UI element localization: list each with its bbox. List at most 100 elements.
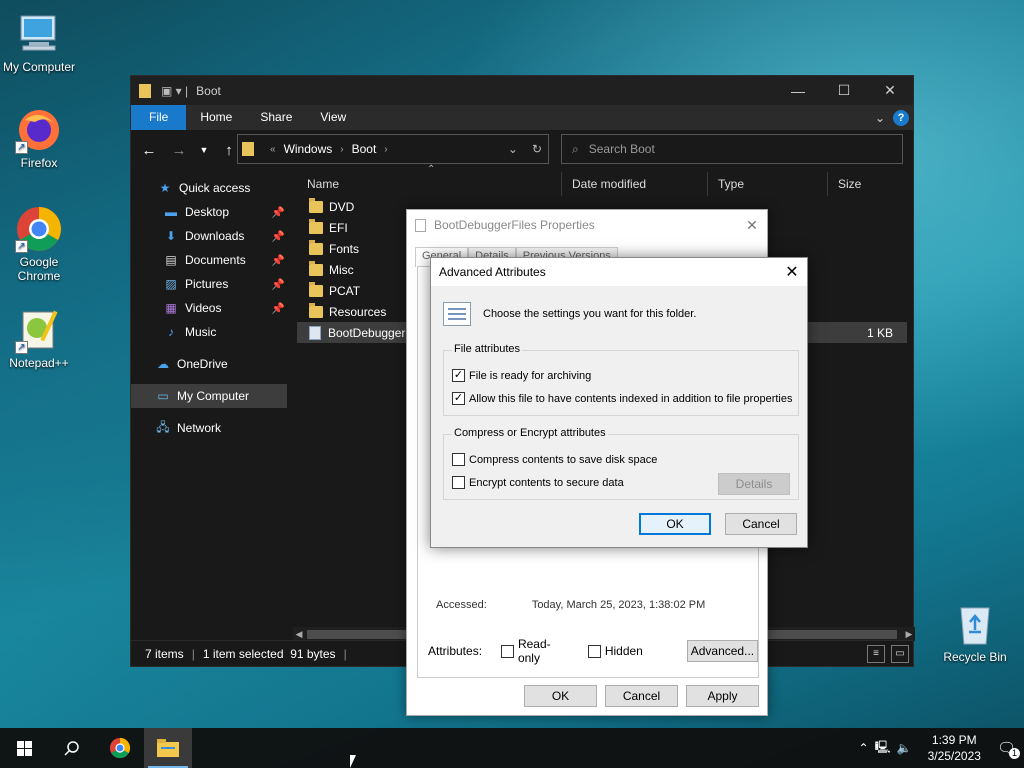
attributes-document-icon: [443, 302, 471, 326]
desktop-icon-notepad-plus-plus[interactable]: ↗ Notepad++: [0, 306, 78, 370]
tab-share[interactable]: Share: [246, 105, 306, 130]
index-checkbox[interactable]: ✓: [452, 392, 465, 405]
sidebar-item-quick-access[interactable]: ★ Quick access: [131, 176, 287, 200]
tab-view[interactable]: View: [306, 105, 360, 130]
column-header-type[interactable]: Type: [707, 172, 744, 196]
column-headers: Name ⌃ Date modified Type Size: [297, 164, 907, 196]
close-icon[interactable]: ✕: [737, 217, 767, 234]
archive-option[interactable]: ✓ File is ready for archiving: [452, 369, 591, 382]
help-icon[interactable]: ?: [893, 109, 909, 126]
archive-checkbox[interactable]: ✓: [452, 369, 465, 382]
search-input[interactable]: ⌕ Search Boot: [561, 134, 903, 164]
encrypt-checkbox[interactable]: [452, 476, 465, 489]
cancel-button[interactable]: Cancel: [725, 513, 797, 535]
large-icons-view-icon[interactable]: ▭: [891, 644, 909, 663]
index-option[interactable]: ✓ Allow this file to have contents index…: [452, 392, 792, 405]
pin-icon[interactable]: 📌: [271, 254, 285, 267]
details-view-icon[interactable]: ≡: [867, 644, 885, 663]
up-arrow-icon[interactable]: ↑: [219, 142, 239, 159]
sidebar-item-videos[interactable]: ▦ Videos 📌: [131, 296, 287, 320]
recycle-bin-icon: [951, 600, 999, 648]
sidebar-item-documents[interactable]: ▤ Documents 📌: [131, 248, 287, 272]
minimize-button[interactable]: —: [775, 76, 821, 105]
compress-checkbox[interactable]: [452, 453, 465, 466]
column-header-size[interactable]: Size: [827, 172, 861, 196]
star-icon: ★: [159, 181, 171, 195]
details-button[interactable]: Details: [718, 473, 790, 495]
show-hidden-icons-icon[interactable]: ⌃: [859, 741, 869, 755]
volume-icon[interactable]: 🔈: [897, 741, 912, 755]
recent-locations-icon[interactable]: ▼: [199, 145, 209, 155]
hidden-checkbox[interactable]: [587, 644, 601, 658]
readonly-checkbox[interactable]: [501, 644, 514, 658]
sidebar-item-onedrive[interactable]: ☁ OneDrive: [131, 352, 287, 376]
clock-time: 1:39 PM: [931, 733, 977, 747]
desktop-icon-recycle-bin[interactable]: Recycle Bin: [936, 600, 1014, 664]
sidebar-item-downloads[interactable]: ⬇ Downloads 📌: [131, 224, 287, 248]
pin-icon[interactable]: 📌: [271, 302, 285, 315]
pin-icon[interactable]: 📌: [271, 278, 285, 291]
folder-icon: [309, 218, 323, 234]
search-button[interactable]: [48, 728, 96, 768]
ok-button[interactable]: OK: [524, 685, 597, 707]
breadcrumb-windows[interactable]: Windows: [284, 142, 333, 156]
column-header-date-modified[interactable]: Date modified: [561, 172, 646, 196]
desktop-icon-google-chrome[interactable]: ↗ Google Chrome: [0, 205, 78, 283]
ok-button[interactable]: OK: [639, 513, 711, 535]
forward-arrow-icon[interactable]: →: [169, 142, 189, 159]
sidebar-item-label: Documents: [185, 253, 246, 267]
accessed-value: Today, March 25, 2023, 1:38:02 PM: [531, 599, 706, 611]
windows-logo-icon: [16, 740, 32, 756]
clock[interactable]: 1:39 PM 3/25/2023: [928, 732, 981, 764]
ribbon-tabs: File Home Share View ⌄ ?: [131, 105, 913, 130]
compress-option[interactable]: Compress contents to save disk space: [452, 453, 657, 466]
title-bar[interactable]: ▣ ▾ | Boot — ☐ ✕: [131, 76, 913, 105]
desktop-icon-my-computer[interactable]: My Computer: [0, 10, 78, 74]
network-icon[interactable]: 🖳: [875, 738, 891, 759]
pin-icon[interactable]: 📌: [271, 230, 285, 243]
expand-ribbon-icon[interactable]: ⌄: [875, 111, 885, 125]
address-bar[interactable]: « Windows › Boot › ⌄ ↻: [237, 134, 549, 164]
column-header-name[interactable]: Name: [297, 172, 339, 196]
refresh-icon[interactable]: ↻: [532, 142, 542, 156]
taskbar-chrome-button[interactable]: [96, 728, 144, 768]
pin-icon[interactable]: 📌: [271, 206, 285, 219]
tab-file[interactable]: File: [131, 105, 187, 130]
sidebar-item-label: OneDrive: [177, 357, 228, 371]
maximize-button[interactable]: ☐: [821, 76, 867, 105]
close-icon[interactable]: ✕: [777, 262, 807, 282]
sidebar-item-network[interactable]: 🖧 Network: [131, 416, 287, 440]
scroll-right-icon[interactable]: ▶: [903, 627, 915, 641]
attributes-label: Attributes:: [428, 644, 483, 658]
sidebar-item-music[interactable]: ♪ Music: [131, 320, 287, 344]
accessed-label: Accessed:: [436, 599, 487, 611]
file-icon: [415, 218, 426, 232]
sidebar-item-pictures[interactable]: ▨ Pictures 📌: [131, 272, 287, 296]
back-arrow-icon[interactable]: ←: [139, 142, 159, 159]
sidebar-item-label: Quick access: [179, 181, 251, 195]
folder-icon: [309, 281, 323, 297]
pictures-icon: ▨: [165, 277, 177, 291]
computer-icon: [15, 10, 63, 58]
cancel-button[interactable]: Cancel: [605, 685, 678, 707]
folder-icon: [309, 302, 323, 318]
quick-access-toolbar[interactable]: ▣ ▾ |: [161, 84, 188, 98]
close-button[interactable]: ✕: [867, 76, 913, 105]
taskbar-file-explorer-button[interactable]: [144, 728, 192, 768]
apply-button[interactable]: Apply: [686, 685, 759, 707]
encrypt-option[interactable]: Encrypt contents to secure data: [452, 476, 624, 489]
sidebar-item-my-computer[interactable]: ▭ My Computer: [131, 384, 287, 408]
sidebar-item-desktop[interactable]: ▬ Desktop 📌: [131, 200, 287, 224]
start-button[interactable]: [0, 728, 48, 768]
file-name: PCAT: [329, 283, 361, 298]
chevron-down-icon[interactable]: ⌄: [508, 142, 518, 156]
tab-home[interactable]: Home: [186, 105, 246, 130]
scroll-left-icon[interactable]: ◀: [293, 627, 305, 641]
action-center-icon[interactable]: 🗨 1: [997, 739, 1020, 759]
desktop-icon-firefox[interactable]: ↗ Firefox: [0, 106, 78, 170]
dialog-title-bar[interactable]: BootDebuggerFiles Properties ✕: [407, 210, 767, 240]
dialog-title-bar[interactable]: Advanced Attributes ✕: [431, 258, 807, 286]
advanced-button[interactable]: Advanced...: [686, 640, 758, 662]
compress-label: Compress contents to save disk space: [469, 453, 658, 466]
breadcrumb-boot[interactable]: Boot: [352, 142, 377, 156]
